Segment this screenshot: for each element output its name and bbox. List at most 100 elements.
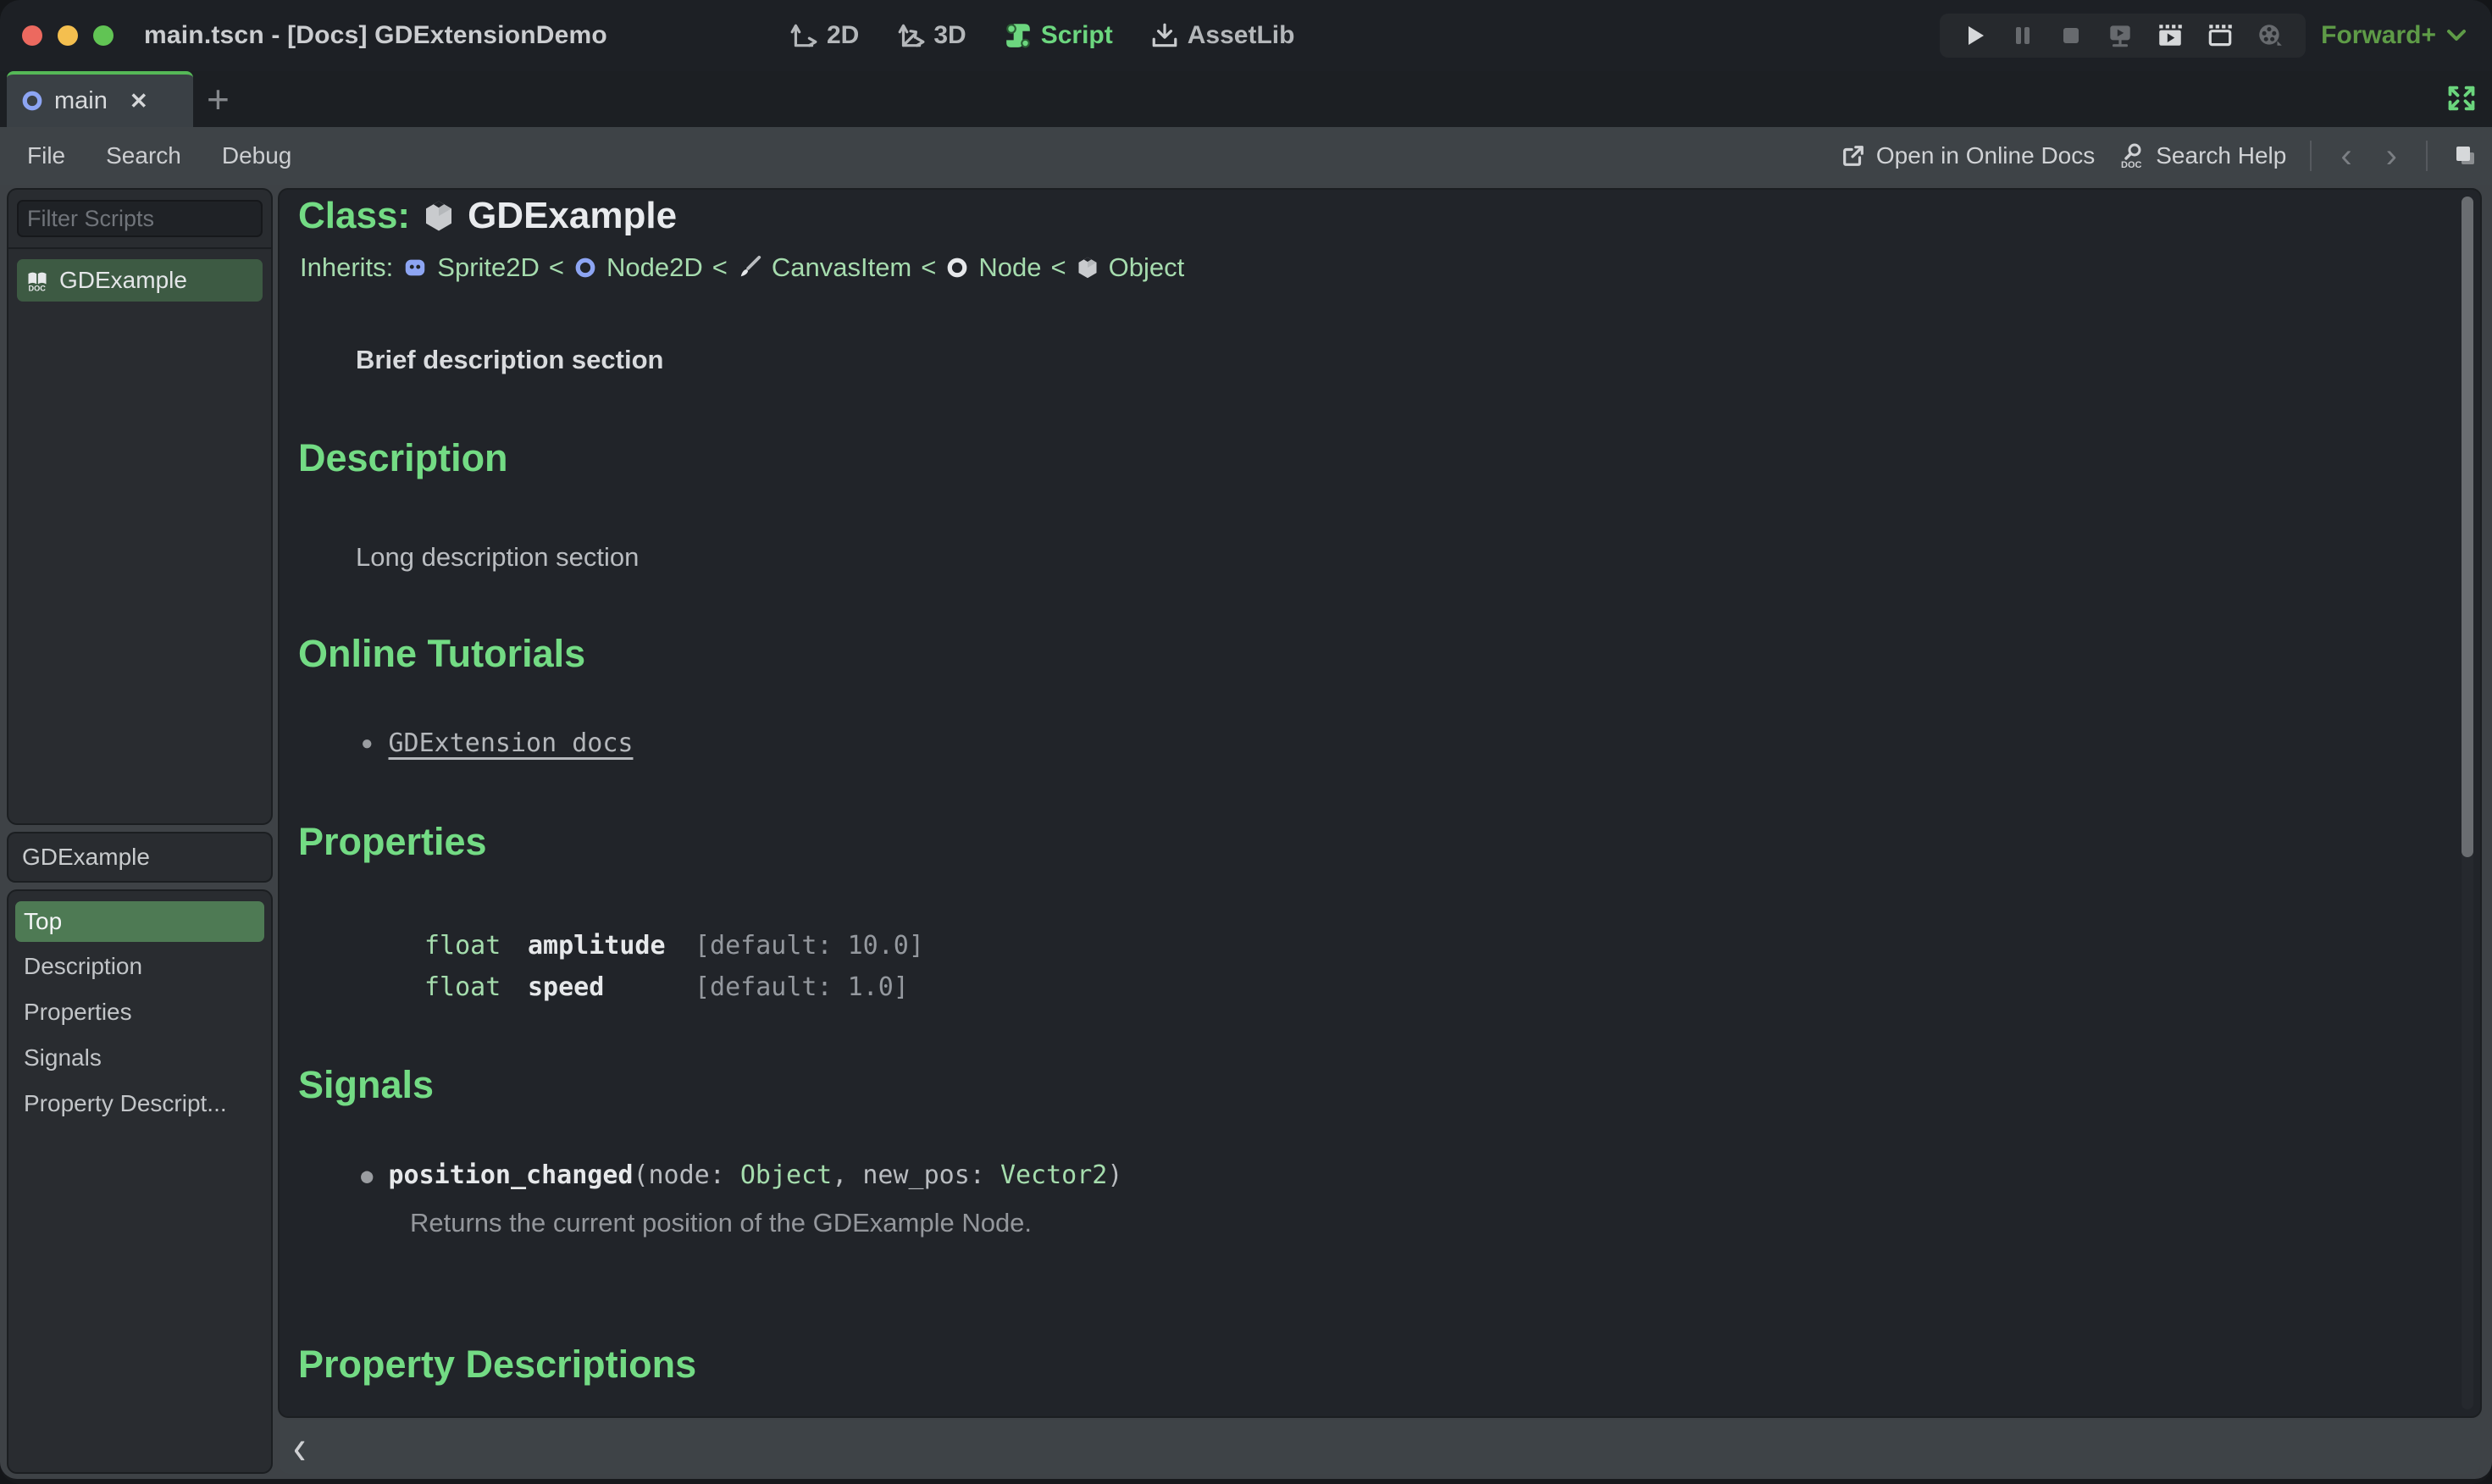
heading-signals: Signals	[298, 1063, 435, 1106]
doc-scrollbar-thumb[interactable]	[2462, 197, 2473, 857]
brief-description: Brief description section	[356, 345, 664, 374]
heading-property-descriptions: Property Descriptions	[298, 1343, 697, 1386]
history-forward-icon[interactable]: ›	[2381, 139, 2402, 173]
assetlib-icon	[1150, 21, 1179, 50]
scripts-panel: DOC GDExample	[8, 190, 349, 823]
heading-description: Description	[298, 436, 508, 479]
script-icon	[1004, 21, 1033, 50]
zoom-window-button[interactable]	[93, 25, 114, 46]
chevron-down-icon	[2446, 29, 2467, 42]
play-custom-scene-icon[interactable]	[2206, 21, 2234, 50]
inherits-link-node[interactable]: Node	[978, 252, 1041, 283]
script-list-item-gdexample[interactable]: DOC GDExample	[17, 259, 263, 302]
axis-2d-icon	[789, 21, 818, 50]
tab-script[interactable]: Script	[1004, 21, 1113, 50]
script-editor-main: DOC GDExample GDExample Top Description …	[0, 185, 2492, 1479]
property-default: [default: 1.0]	[695, 972, 909, 1002]
menu-search[interactable]: Search	[106, 142, 181, 169]
signal-param-type-link[interactable]: Vector2	[1000, 1160, 1107, 1190]
collapse-panel-icon[interactable]: ‹	[293, 1418, 306, 1476]
object-icon	[1076, 256, 1099, 280]
tutorial-link-gdextension-docs[interactable]: GDExtension docs	[389, 728, 634, 758]
window-controls	[22, 25, 114, 46]
renderer-selector[interactable]: Forward+	[2321, 0, 2467, 71]
section-item-description[interactable]: Description	[8, 944, 271, 989]
filter-scripts-field[interactable]	[17, 200, 349, 237]
divider	[2310, 141, 2312, 171]
signal-param-type-link[interactable]: Object	[740, 1160, 832, 1190]
long-description: Long description section	[356, 542, 640, 572]
property-default: [default: 10.0]	[695, 931, 924, 961]
sprite2d-icon	[402, 255, 428, 280]
class-doc-view: Class: GDExample Inherits: Sprite2D < No…	[280, 190, 2480, 1416]
open-online-docs-button[interactable]: Open in Online Docs	[1841, 142, 2095, 169]
movie-maker-icon[interactable]	[2256, 21, 2284, 50]
section-item-properties[interactable]: Properties	[8, 989, 271, 1035]
node2d-icon	[573, 256, 597, 280]
history-back-icon[interactable]: ‹	[2335, 139, 2356, 173]
property-name[interactable]: amplitude	[528, 925, 695, 966]
add-scene-tab-button[interactable]: +	[207, 75, 230, 124]
doc-bottom-bar: ‹	[280, 1418, 2480, 1476]
search-help-icon: DOC	[2118, 142, 2146, 169]
distraction-free-icon[interactable]	[2446, 83, 2477, 114]
object-icon	[422, 199, 456, 233]
pause-icon[interactable]	[2009, 22, 2036, 49]
playback-toolbar	[1940, 14, 2306, 58]
properties-table: float amplitude [default: 10.0] float sp…	[424, 925, 924, 1008]
tutorial-link-row: ● GDExtension docs	[361, 728, 633, 758]
property-type[interactable]: float	[424, 925, 528, 966]
window-title: main.tscn - [Docs] GDExtensionDemo	[144, 21, 607, 49]
scene-tab-main[interactable]: main ✕	[7, 71, 193, 127]
tab-3d[interactable]: 3D	[896, 21, 966, 50]
stop-icon[interactable]	[2057, 22, 2085, 49]
section-item-property-descriptions[interactable]: Property Descript...	[8, 1081, 271, 1127]
canvasitem-icon	[737, 255, 762, 280]
menu-items: File Search Debug	[0, 142, 291, 169]
bullet-icon: ●	[361, 731, 374, 755]
tab-2d[interactable]: 2D	[789, 21, 859, 50]
section-item-signals[interactable]: Signals	[8, 1035, 271, 1081]
svg-text:DOC: DOC	[2121, 160, 2142, 169]
doc-sections-panel: Top Description Properties Signals Prope…	[8, 891, 271, 1472]
editor-context-switcher: 2D 3D Script AssetLib	[789, 0, 1294, 71]
close-icon[interactable]: ✕	[130, 88, 148, 114]
search-help-button[interactable]: DOC Search Help	[2118, 142, 2286, 169]
property-type[interactable]: float	[424, 966, 528, 1008]
class-title: Class: GDExample	[298, 195, 678, 236]
inherits-link-node2d[interactable]: Node2D	[606, 252, 703, 283]
svg-text:DOC: DOC	[29, 284, 47, 292]
inherits-link-canvasitem[interactable]: CanvasItem	[772, 252, 911, 283]
remote-play-icon[interactable]	[2106, 21, 2135, 50]
scene-tab-label: main	[54, 86, 108, 114]
doc-scrollbar[interactable]	[2462, 197, 2473, 1409]
heading-properties: Properties	[298, 820, 487, 863]
minimize-window-button[interactable]	[58, 25, 78, 46]
title-bar: main.tscn - [Docs] GDExtensionDemo 2D 3D	[0, 0, 2492, 71]
inherits-link-object[interactable]: Object	[1109, 252, 1185, 283]
menubar-right: Open in Online Docs DOC Search Help ‹ ›	[1841, 127, 2478, 185]
property-name[interactable]: speed	[528, 966, 695, 1008]
section-item-top[interactable]: Top	[15, 901, 264, 942]
signal-signature: ● position_changed(node: Object, new_pos…	[361, 1160, 1123, 1190]
signal-name: position_changed	[388, 1160, 634, 1190]
toggle-scripts-panel-icon[interactable]	[2451, 142, 2478, 169]
current-doc-header: GDExample	[8, 833, 271, 881]
divider	[2426, 141, 2428, 171]
play-scene-icon[interactable]	[2156, 21, 2185, 50]
bullet-icon: ●	[361, 1163, 374, 1188]
menu-file[interactable]: File	[27, 142, 65, 169]
inherits-line: Inherits: Sprite2D < Node2D < CanvasItem…	[300, 252, 1185, 283]
signal-description: Returns the current position of the GDEx…	[410, 1208, 1033, 1238]
axis-3d-icon	[896, 21, 925, 50]
node2d-icon	[20, 89, 44, 113]
tab-assetlib[interactable]: AssetLib	[1150, 21, 1294, 50]
script-editor-menubar: File Search Debug Open in Online Docs DO…	[0, 127, 2492, 185]
inherits-link-sprite2d[interactable]: Sprite2D	[437, 252, 540, 283]
heading-online-tutorials: Online Tutorials	[298, 632, 586, 675]
external-link-icon	[1841, 143, 1866, 169]
close-window-button[interactable]	[22, 25, 42, 46]
menu-debug[interactable]: Debug	[222, 142, 292, 169]
godot-editor-window: main.tscn - [Docs] GDExtensionDemo 2D 3D	[0, 0, 2492, 1484]
play-icon[interactable]	[1961, 22, 1988, 49]
